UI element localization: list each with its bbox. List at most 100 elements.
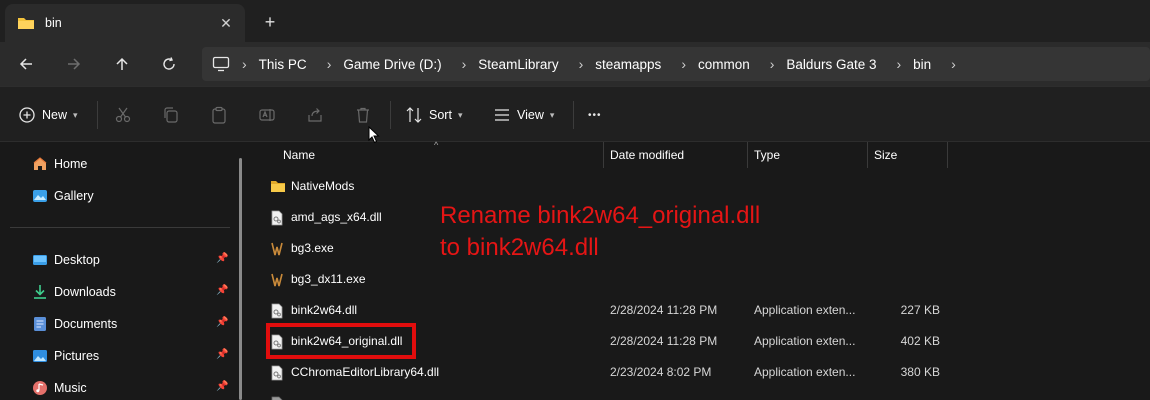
new-tab-button[interactable]: +: [260, 12, 280, 32]
rename-button[interactable]: [258, 103, 276, 127]
tab-bar: bin ✕ +: [0, 0, 1150, 42]
file-name: bink2w64.dll: [291, 303, 358, 317]
copy-icon: [164, 107, 178, 123]
sort-ascending-icon: ^: [434, 140, 439, 150]
back-button[interactable]: [14, 52, 38, 76]
pin-icon[interactable]: 📌: [216, 253, 228, 267]
trash-icon: [357, 107, 369, 123]
file-row[interactable]: NativeMods: [250, 171, 1150, 202]
file-type: Application exten...: [754, 365, 856, 379]
file-type: Application exten...: [754, 334, 856, 348]
sidebar-item-home[interactable]: Home: [32, 154, 87, 174]
column-header-date[interactable]: Date modified: [610, 142, 684, 168]
file-row[interactable]: bink2w64.dll 2/28/2024 11:28 PM Applicat…: [250, 295, 1150, 326]
file-row[interactable]: CChromaEditorLibrary64.dll 2/23/2024 8:0…: [250, 357, 1150, 388]
column-header-type[interactable]: Type: [754, 142, 780, 168]
file-size: 227 KB: [900, 303, 940, 317]
sort-button[interactable]: Sort ▾: [405, 103, 462, 127]
view-button[interactable]: View ▾: [493, 103, 554, 127]
share-button[interactable]: [306, 103, 324, 127]
column-divider[interactable]: [603, 142, 604, 168]
paste-button[interactable]: [210, 103, 228, 127]
up-button[interactable]: [110, 52, 134, 76]
command-bar: New ▾ Sort ▾ View ▾ •••: [0, 86, 1150, 142]
close-tab-icon[interactable]: ✕: [217, 14, 235, 32]
sidebar-item-pictures[interactable]: Pictures: [32, 346, 99, 366]
column-header-size[interactable]: Size: [874, 142, 897, 168]
divider: [97, 101, 98, 129]
forward-arrow-icon: [68, 58, 81, 70]
up-arrow-icon: [116, 57, 128, 70]
cut-button[interactable]: [114, 103, 132, 127]
back-arrow-icon: [19, 58, 32, 70]
annotation-line-2: to bink2w64.dll: [440, 234, 599, 261]
chevron-right-icon: ›: [242, 56, 247, 72]
file-date: 2/23/2024 8:02 PM: [610, 365, 712, 379]
sidebar-item-label: Desktop: [54, 253, 100, 267]
chevron-right-icon[interactable]: ›: [579, 56, 584, 72]
column-divider[interactable]: [867, 142, 868, 168]
sidebar-item-label: Pictures: [54, 349, 100, 363]
pin-icon[interactable]: 📌: [216, 349, 228, 363]
refresh-button[interactable]: [157, 52, 181, 76]
file-name: bg3_dx11.exe: [291, 272, 366, 286]
file-row[interactable]: [250, 388, 1150, 400]
breadcrumb-common[interactable]: common: [698, 57, 750, 72]
new-button[interactable]: New ▾: [18, 103, 78, 127]
breadcrumb-game-drive[interactable]: Game Drive (D:): [343, 57, 441, 72]
mouse-cursor-icon: [368, 125, 380, 147]
chevron-down-icon: ▾: [549, 109, 555, 120]
chevron-right-icon[interactable]: ›: [462, 56, 467, 72]
sidebar-item-label: Gallery: [54, 189, 94, 203]
file-name: CChromaEditorLibrary64.dll: [291, 365, 440, 379]
chevron-right-icon[interactable]: ›: [770, 56, 775, 72]
file-row[interactable]: bg3_dx11.exe: [250, 264, 1150, 295]
breadcrumb-steamlibrary[interactable]: SteamLibrary: [478, 57, 558, 72]
file-name: amd_ags_x64.dll: [291, 210, 382, 224]
breadcrumb-baldurs-gate-3[interactable]: Baldurs Gate 3: [786, 57, 876, 72]
file-size: 380 KB: [900, 365, 940, 379]
chevron-right-icon[interactable]: ›: [951, 56, 956, 72]
desktop-icon: [33, 255, 47, 265]
breadcrumb-steamapps[interactable]: steamapps: [595, 57, 661, 72]
rename-icon: [259, 109, 275, 121]
bg3-exe-icon: [270, 272, 284, 291]
column-header-name[interactable]: Name: [283, 142, 315, 168]
pin-icon[interactable]: 📌: [216, 381, 228, 395]
chevron-right-icon[interactable]: ›: [896, 56, 901, 72]
music-icon: [33, 381, 47, 395]
bg3-exe-icon: [270, 241, 284, 260]
chevron-down-icon: ▾: [73, 109, 78, 120]
file-type: Application exten...: [754, 303, 856, 317]
more-options-button[interactable]: •••: [588, 103, 602, 127]
view-list-icon: [495, 109, 509, 121]
annotation-line-1: Rename bink2w64_original.dll: [440, 202, 761, 229]
share-icon: [308, 108, 322, 122]
column-divider[interactable]: [747, 142, 748, 168]
breadcrumb-this-pc[interactable]: This PC: [259, 57, 307, 72]
pin-icon[interactable]: 📌: [216, 317, 228, 331]
tab-bin[interactable]: bin ✕: [5, 4, 245, 42]
sidebar-item-documents[interactable]: Documents: [32, 314, 117, 334]
file-name: NativeMods: [291, 179, 355, 193]
chevron-right-icon[interactable]: ›: [681, 56, 686, 72]
sidebar-item-music[interactable]: Music: [32, 378, 87, 398]
breadcrumb-bin[interactable]: bin: [913, 57, 931, 72]
new-label: New: [42, 108, 68, 122]
pin-icon[interactable]: 📌: [216, 285, 228, 299]
sidebar-item-downloads[interactable]: Downloads: [32, 282, 116, 302]
breadcrumb: › This PC › Game Drive (D:) › SteamLibra…: [242, 47, 968, 81]
sidebar-item-desktop[interactable]: Desktop: [32, 250, 100, 270]
file-size: 402 KB: [900, 334, 940, 348]
downloads-icon: [34, 285, 46, 299]
sidebar-item-gallery[interactable]: Gallery: [32, 186, 94, 206]
delete-button[interactable]: [354, 103, 372, 127]
column-divider[interactable]: [947, 142, 948, 168]
address-bar[interactable]: › This PC › Game Drive (D:) › SteamLibra…: [202, 47, 1150, 81]
chevron-right-icon[interactable]: ›: [327, 56, 332, 72]
sidebar-scrollbar[interactable]: [239, 158, 242, 400]
sort-icon: [406, 107, 422, 123]
documents-icon: [34, 317, 46, 331]
forward-button[interactable]: [62, 52, 86, 76]
copy-button[interactable]: [162, 103, 180, 127]
